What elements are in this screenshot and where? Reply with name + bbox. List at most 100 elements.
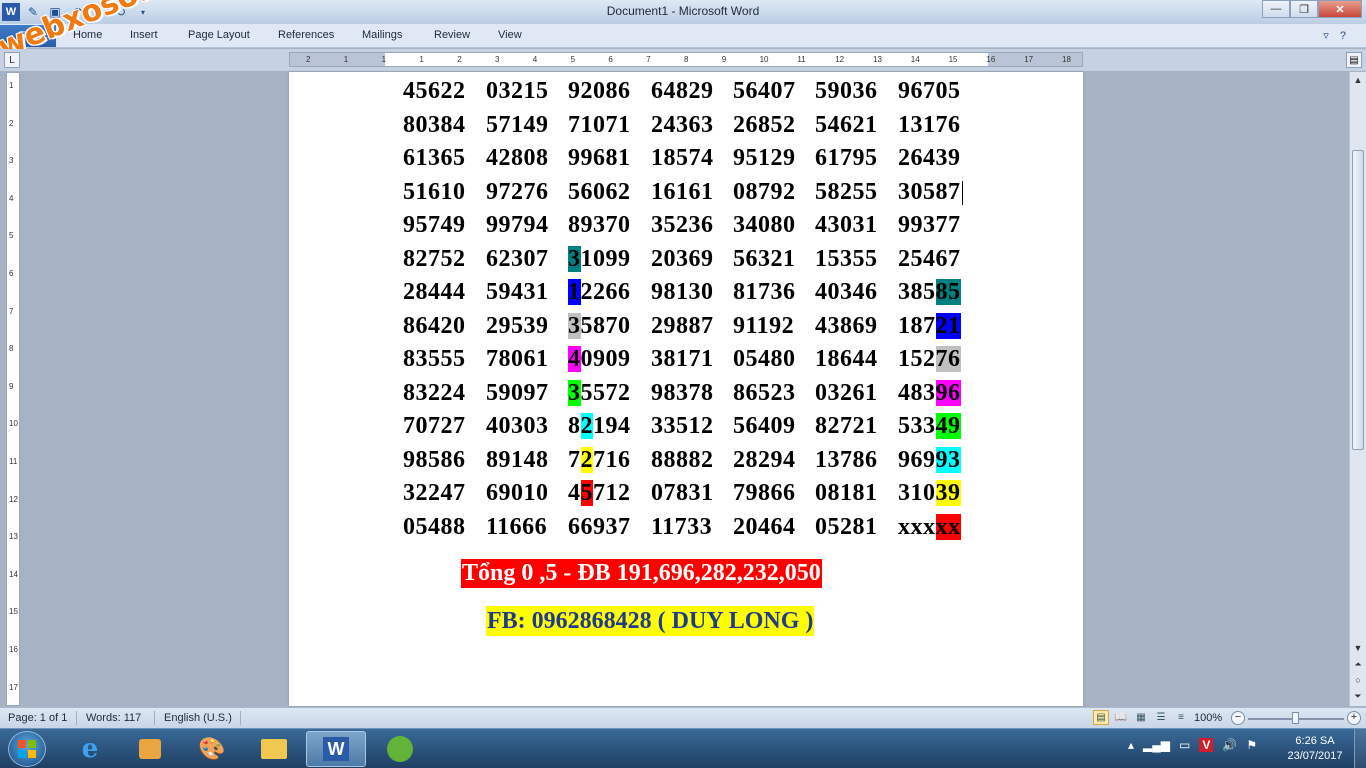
document-page[interactable]: 45622 03215 92086 64829 56407 59036 96705 80384… — [289, 72, 1083, 706]
number-cell: 59097 — [486, 379, 549, 406]
internet-explorer-icon[interactable]: e — [60, 731, 120, 767]
ruler-tick: 2 — [457, 55, 462, 64]
ruler-tick: 8 — [684, 55, 689, 64]
start-button[interactable] — [8, 731, 46, 767]
previous-page-icon[interactable]: ⏶ — [1350, 656, 1366, 672]
tab-stop-selector[interactable]: L — [4, 52, 20, 68]
file-explorer-icon[interactable] — [244, 731, 304, 767]
network-icon[interactable]: ▂▄▆ — [1143, 738, 1170, 752]
number-cell: 25467 — [898, 245, 961, 272]
battery-icon[interactable]: ▭ — [1179, 738, 1190, 752]
number-cell: 54621 — [815, 111, 878, 138]
number-cell: 59036 — [815, 78, 878, 104]
number-cell: 70727 — [403, 413, 466, 439]
tab-references[interactable]: References — [278, 29, 334, 41]
number-cell: 13176 — [898, 111, 961, 138]
tab-review[interactable]: Review — [434, 29, 470, 41]
number-cell: 58255 — [815, 178, 878, 205]
page-count[interactable]: Page: 1 of 1 — [8, 712, 67, 724]
number-cell: 18644 — [815, 346, 878, 372]
next-page-icon[interactable]: ⏷ — [1350, 688, 1366, 704]
ruler-tick: 1 — [9, 81, 14, 90]
number-cell: 98378 — [651, 379, 714, 406]
number-cell: 15276 — [898, 346, 961, 372]
number-cell: 82194 — [568, 413, 631, 439]
show-desktop-button[interactable] — [1354, 729, 1366, 768]
number-cell: 86523 — [733, 379, 796, 406]
ruler-tick: 3 — [9, 156, 14, 166]
number-cell: 61365 — [403, 145, 466, 171]
number-cell: 38171 — [651, 346, 714, 372]
ruler-tick: 13 — [9, 532, 18, 542]
close-button[interactable]: ✕ — [1318, 0, 1362, 18]
number-cell: 13786 — [815, 446, 878, 473]
scroll-thumb[interactable] — [1352, 150, 1364, 450]
flag-icon[interactable]: ⚑ — [1246, 738, 1257, 752]
restore-button[interactable]: ❐ — [1290, 0, 1318, 18]
coccoc-browser-icon[interactable] — [370, 731, 430, 767]
zoom-level[interactable]: 100% — [1194, 712, 1222, 724]
minimize-button[interactable]: — — [1262, 0, 1290, 18]
media-player-icon[interactable] — [120, 731, 180, 767]
number-cell: 62307 — [486, 245, 549, 272]
volume-icon[interactable]: 🔊 — [1222, 738, 1237, 752]
print-layout-icon[interactable]: ▤ — [1093, 710, 1109, 725]
highlighted-digits: 3 — [568, 379, 581, 406]
paint-icon[interactable]: 🎨 — [182, 731, 242, 767]
tab-page-layout[interactable]: Page Layout — [188, 29, 250, 41]
full-screen-reading-icon[interactable]: 📖 — [1113, 710, 1129, 725]
word-taskbar-icon[interactable]: W — [306, 731, 366, 767]
number-cell: 66937 — [568, 513, 631, 540]
number-cell: 08181 — [815, 480, 878, 506]
number-cell: 48396 — [898, 379, 961, 406]
view-ruler-icon[interactable]: ▤ — [1346, 52, 1362, 68]
zoom-slider-thumb[interactable] — [1292, 712, 1299, 724]
ruler-tick: 9 — [9, 381, 14, 391]
number-cell: 24363 — [651, 111, 714, 138]
highlighted-digits: 2 — [580, 446, 593, 473]
highlighted-digits: 5 — [580, 480, 593, 506]
horizontal-ruler[interactable]: 2 1 1 1 2 3 4 5 6 7 8 9 10 11 12 13 14 15 16 17 18 — [289, 52, 1083, 67]
vertical-ruler[interactable]: 1 2 3 4 5 6 7 8 9 10 11 12 13 14 15 16 17 — [6, 72, 20, 706]
number-cell: 11666 — [486, 513, 548, 540]
expand-ribbon-icon[interactable]: ▿ — [1323, 30, 1329, 42]
web-layout-icon[interactable]: ▦ — [1133, 710, 1149, 725]
number-cell: 11733 — [651, 513, 713, 540]
highlighted-digits: 4 — [568, 346, 581, 372]
number-cell: 35870 — [568, 312, 631, 339]
number-cell: 18574 — [651, 145, 714, 171]
draft-icon[interactable]: ≡ — [1173, 710, 1189, 725]
ruler-tick: 1 — [381, 55, 387, 64]
vertical-scrollbar[interactable]: ▲ ▼ ⏶ ○ ⏷ — [1349, 72, 1366, 706]
unikey-icon[interactable]: V — [1199, 738, 1214, 752]
scroll-down-icon[interactable]: ▼ — [1350, 640, 1366, 656]
number-cell: 30587 — [898, 178, 963, 205]
number-cell: 72716 — [568, 446, 631, 473]
language-indicator[interactable]: English (U.S.) — [164, 712, 232, 724]
highlighted-digits: 3 — [568, 312, 581, 339]
show-hidden-icons-icon[interactable]: ▴ — [1128, 738, 1134, 752]
browse-object-icon[interactable]: ○ — [1350, 672, 1366, 688]
number-cell: 15355 — [815, 245, 878, 272]
help-icon[interactable]: ? — [1340, 30, 1346, 42]
number-cell: 40909 — [568, 346, 631, 372]
number-cell: 89370 — [568, 212, 631, 238]
system-tray: ▴ ▂▄▆ ▭ V 🔊 ⚑ — [1128, 738, 1257, 752]
zoom-in-icon[interactable]: + — [1347, 711, 1361, 725]
number-cell: 03215 — [486, 78, 549, 104]
clock[interactable]: 6:26 SA 23/07/2017 — [1280, 734, 1350, 764]
zoom-out-icon[interactable]: − — [1231, 711, 1245, 725]
ruler-tick: 16 — [9, 645, 18, 654]
word-count[interactable]: Words: 117 — [86, 712, 141, 724]
number-cell: 35572 — [568, 379, 631, 406]
horizontal-ruler-area: L 2 1 1 1 2 3 4 5 6 7 8 9 10 11 12 13 14 15 16 17 18 ▤ — [0, 49, 1366, 71]
highlighted-digits: 3 — [568, 245, 581, 272]
tab-insert[interactable]: Insert — [130, 29, 158, 41]
tab-mailings[interactable]: Mailings — [362, 29, 402, 41]
outline-icon[interactable]: ☰ — [1153, 710, 1169, 725]
number-cell: 56407 — [733, 78, 796, 104]
tab-view[interactable]: View — [498, 29, 522, 41]
number-cell: 57149 — [486, 111, 549, 138]
scroll-up-icon[interactable]: ▲ — [1350, 72, 1366, 88]
number-cell: 80384 — [403, 111, 466, 138]
